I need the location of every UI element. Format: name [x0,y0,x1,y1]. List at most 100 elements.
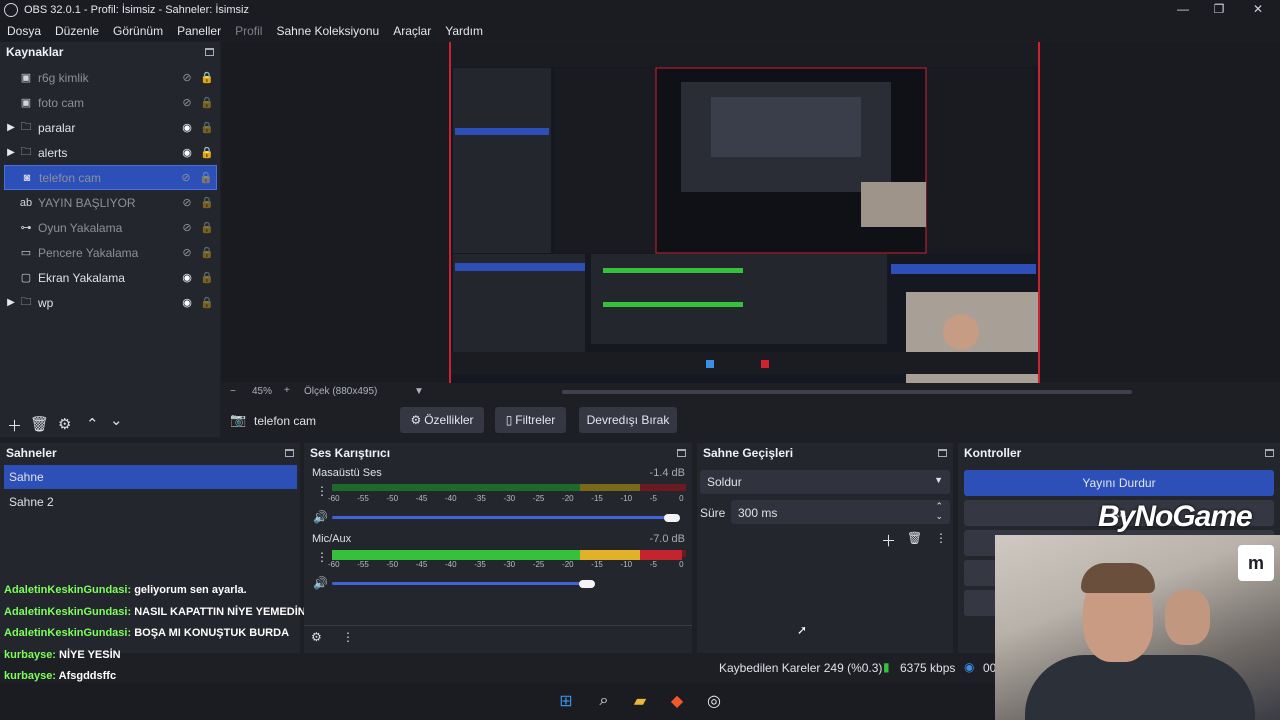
meter-tick-label: -5 [649,494,657,503]
source-item-label: Ekran Yakalama [38,270,125,285]
undock-icon[interactable] [1265,449,1274,457]
zoom-out-icon[interactable]: − [230,386,236,397]
undock-icon[interactable] [285,449,294,457]
add-source-icon[interactable]: ＋ [7,415,22,436]
unlock-icon[interactable]: 🔒 [197,246,217,259]
expand-arrow-icon[interactable]: ▶ [4,147,18,158]
eye-off-icon[interactable]: ⊘ [177,221,197,234]
horizontal-scrollbar[interactable] [562,390,1132,394]
meter-tick-label: -55 [357,494,369,503]
meter-tick-label: -40 [445,560,457,569]
source-item[interactable]: ▶ 🗀 wp ◉ 🔒 [4,290,217,315]
unlock-icon[interactable]: 🔒 [196,171,216,184]
menu-araclar[interactable]: Araçlar [386,24,438,38]
undock-icon[interactable] [677,449,686,457]
scene-item-sahne-2[interactable]: Sahne 2 [4,490,297,514]
properties-button[interactable]: ⚙ Özellikler [400,407,484,433]
unlock-icon[interactable]: 🔒 [197,96,217,109]
scene-item-sahne[interactable]: Sahne [4,465,297,489]
source-item[interactable]: ◙ telefon cam ⊘ 🔒 [4,165,217,190]
eye-icon[interactable]: ◉ [177,146,197,159]
menu-paneller[interactable]: Paneller [170,24,228,38]
source-item[interactable]: ▣ r6g kimlik ⊘ 🔒 [4,65,217,90]
source-item[interactable]: ▣ foto cam ⊘ 🔒 [4,90,217,115]
speaker-icon[interactable]: 🔊 [313,510,328,524]
folder-icon: 🗀 [20,121,32,133]
menu-yardim[interactable]: Yardım [438,24,490,38]
stepper-down-icon[interactable]: ⌄ [935,511,943,522]
channel-menu-icon[interactable]: ⋮ [316,550,328,564]
remove-transition-icon[interactable]: 🗑 [907,531,922,545]
volume-knob[interactable] [578,580,595,588]
volume-knob[interactable] [663,514,680,522]
obs-taskbar-icon[interactable]: ◎ [702,689,726,713]
lock-icon[interactable]: 🔒 [197,71,217,84]
eye-off-icon[interactable]: ⊘ [177,71,197,84]
add-transition-icon[interactable]: ＋ [881,530,896,551]
eye-off-icon[interactable]: ⊘ [176,171,196,184]
eye-off-icon[interactable]: ⊘ [177,246,197,259]
search-icon[interactable]: ⌕ [592,689,616,713]
duration-field[interactable]: 300 ms ⌃ ⌄ [731,500,950,524]
unlock-icon[interactable]: 🔒 [197,221,217,234]
stop-stream-button[interactable]: Yayını Durdur [964,470,1274,496]
source-item[interactable]: ▶ 🗀 paralar ◉ 🔒 [4,115,217,140]
meter-tick-label: -60 [328,560,340,569]
file-explorer-icon[interactable]: ▰ [628,689,652,713]
filters-button[interactable]: ▯ Filtreler [495,407,566,433]
eye-off-icon[interactable]: ⊘ [177,196,197,209]
minimize-icon[interactable]: — [1173,2,1193,16]
volume-slider[interactable] [332,516,672,519]
meter-background [639,484,686,491]
brave-browser-icon[interactable]: ◆ [665,689,689,713]
advanced-audio-icon[interactable]: ⚙ [311,630,322,644]
unlock-icon[interactable]: 🔒 [197,121,217,134]
unlock-icon[interactable]: 🔒 [197,271,217,284]
source-item[interactable]: ▭ Pencere Yakalama ⊘ 🔒 [4,240,217,265]
source-item-label: telefon cam [39,170,102,185]
meter-tick-label: -30 [503,494,516,503]
expand-arrow-icon[interactable]: ▶ [4,297,18,308]
filters-label: Filtreler [515,413,556,427]
unlock-icon[interactable]: 🔒 [197,196,217,209]
preview-canvas[interactable] [449,42,1040,384]
menu-profil[interactable]: Profil [228,24,269,38]
channel-menu-icon[interactable]: ⋮ [316,484,328,498]
source-item[interactable]: ▶ 🗀 alerts ◉ 🔒 [4,140,217,165]
close-icon[interactable]: ✕ [1248,2,1268,16]
transition-menu-icon[interactable]: ⋮ [935,531,947,545]
source-item[interactable]: ab YAYIN BAŞLIYOR ⊘ 🔒 [4,190,217,215]
volume-slider[interactable] [332,582,587,585]
undock-icon[interactable] [938,449,947,457]
mixer-menu-icon[interactable]: ⋮ [342,630,354,644]
eye-off-icon[interactable]: ⊘ [177,96,197,109]
remove-source-icon[interactable]: 🗑 [30,415,49,433]
expand-arrow-icon[interactable]: ▶ [4,122,18,133]
meter-level [332,550,580,560]
source-item[interactable]: ▢ Ekran Yakalama ◉ 🔒 [4,265,217,290]
unlock-icon[interactable]: 🔒 [197,296,217,309]
move-down-icon[interactable]: ⌄ [110,411,123,429]
menu-duzenle[interactable]: Düzenle [48,24,106,38]
lock-icon[interactable]: 🔒 [197,146,217,159]
windows-start-icon[interactable]: ⊞ [554,689,578,713]
maximize-icon[interactable]: ❐ [1209,2,1229,16]
menu-gorunum[interactable]: Görünüm [106,24,170,38]
disable-button[interactable]: Devredışı Bırak [579,407,677,433]
menu-sahne-koleksiyonu[interactable]: Sahne Koleksiyonu [269,24,386,38]
eye-icon[interactable]: ◉ [177,296,197,309]
controls-header: Kontroller [958,443,1280,463]
transition-select[interactable]: Soldur ▼ [700,470,950,494]
chat-line: AdaletinKeskinGundasi: BOŞA MI KONUŞTUK … [4,627,289,639]
zoom-in-icon[interactable]: + [284,385,290,396]
undock-icon[interactable] [205,48,214,56]
eye-icon[interactable]: ◉ [177,121,197,134]
menu-dosya[interactable]: Dosya [0,24,48,38]
source-item[interactable]: ⊶ Oyun Yakalama ⊘ 🔒 [4,215,217,240]
source-item-label: Oyun Yakalama [38,220,123,235]
scale-dropdown-icon[interactable]: ▼ [414,386,424,397]
move-up-icon[interactable]: ⌃ [86,415,99,433]
source-settings-icon[interactable]: ⚙ [58,415,71,433]
eye-icon[interactable]: ◉ [177,271,197,284]
speaker-icon[interactable]: 🔊 [313,576,328,590]
